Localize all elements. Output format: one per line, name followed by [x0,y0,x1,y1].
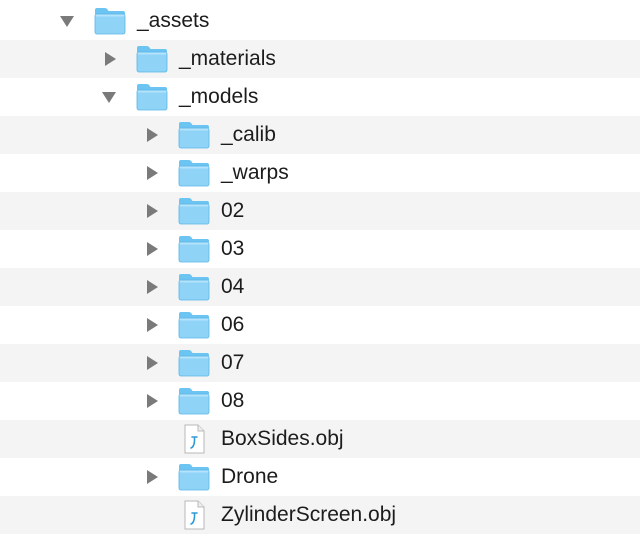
tree-row-folder[interactable]: _calib [0,116,640,154]
folder-icon [136,82,168,112]
tree-row-folder[interactable]: _warps [0,154,640,192]
folder-icon [178,158,210,188]
tree-item-label: Drone [221,465,279,488]
folder-icon [178,348,210,378]
tree-item-label: 06 [221,313,245,336]
tree-row-file[interactable]: BoxSides.obj [0,420,640,458]
file-tree: _assets _materials _models _calib _warps 02 03… [0,0,640,536]
disclosure-triangle-right-icon[interactable] [144,128,158,142]
folder-icon [178,462,210,492]
disclosure-triangle-right-icon[interactable] [144,280,158,294]
tree-row-folder[interactable]: 07 [0,344,640,382]
disclosure-triangle-down-icon[interactable] [60,14,74,28]
tree-row-folder[interactable]: 08 [0,382,640,420]
folder-icon [178,120,210,150]
tree-row-folder[interactable]: 03 [0,230,640,268]
obj-file-icon [178,500,210,530]
disclosure-triangle-right-icon[interactable] [144,470,158,484]
disclosure-triangle-right-icon[interactable] [102,52,116,66]
tree-item-label: BoxSides.obj [221,427,344,450]
tree-row-folder[interactable]: _models [0,78,640,116]
tree-row-folder[interactable]: 02 [0,192,640,230]
tree-item-label: _models [179,85,259,108]
tree-row-folder[interactable]: 04 [0,268,640,306]
tree-item-label: _calib [221,123,276,146]
tree-item-label: 03 [221,237,245,260]
disclosure-triangle-down-icon[interactable] [102,90,116,104]
tree-item-label: _materials [179,47,276,70]
folder-icon [178,234,210,264]
tree-item-label: 02 [221,199,245,222]
tree-item-label: 04 [221,275,245,298]
disclosure-triangle-right-icon[interactable] [144,318,158,332]
tree-row-folder[interactable]: _assets [0,2,640,40]
disclosure-triangle-right-icon[interactable] [144,356,158,370]
disclosure-triangle-right-icon[interactable] [144,204,158,218]
folder-icon [178,310,210,340]
tree-row-file[interactable]: ZylinderScreen.obj [0,496,640,534]
tree-item-label: _warps [221,161,289,184]
disclosure-triangle-right-icon[interactable] [144,394,158,408]
tree-item-label: 07 [221,351,245,374]
tree-item-label: ZylinderScreen.obj [221,503,397,526]
disclosure-triangle-right-icon[interactable] [144,242,158,256]
folder-icon [94,6,126,36]
folder-icon [178,272,210,302]
tree-row-folder[interactable]: _materials [0,40,640,78]
tree-row-folder[interactable]: Drone [0,458,640,496]
obj-file-icon [178,424,210,454]
tree-item-label: _assets [137,9,210,32]
folder-icon [136,44,168,74]
tree-item-label: 08 [221,389,245,412]
disclosure-triangle-right-icon[interactable] [144,166,158,180]
tree-row-folder[interactable]: 06 [0,306,640,344]
folder-icon [178,386,210,416]
folder-icon [178,196,210,226]
